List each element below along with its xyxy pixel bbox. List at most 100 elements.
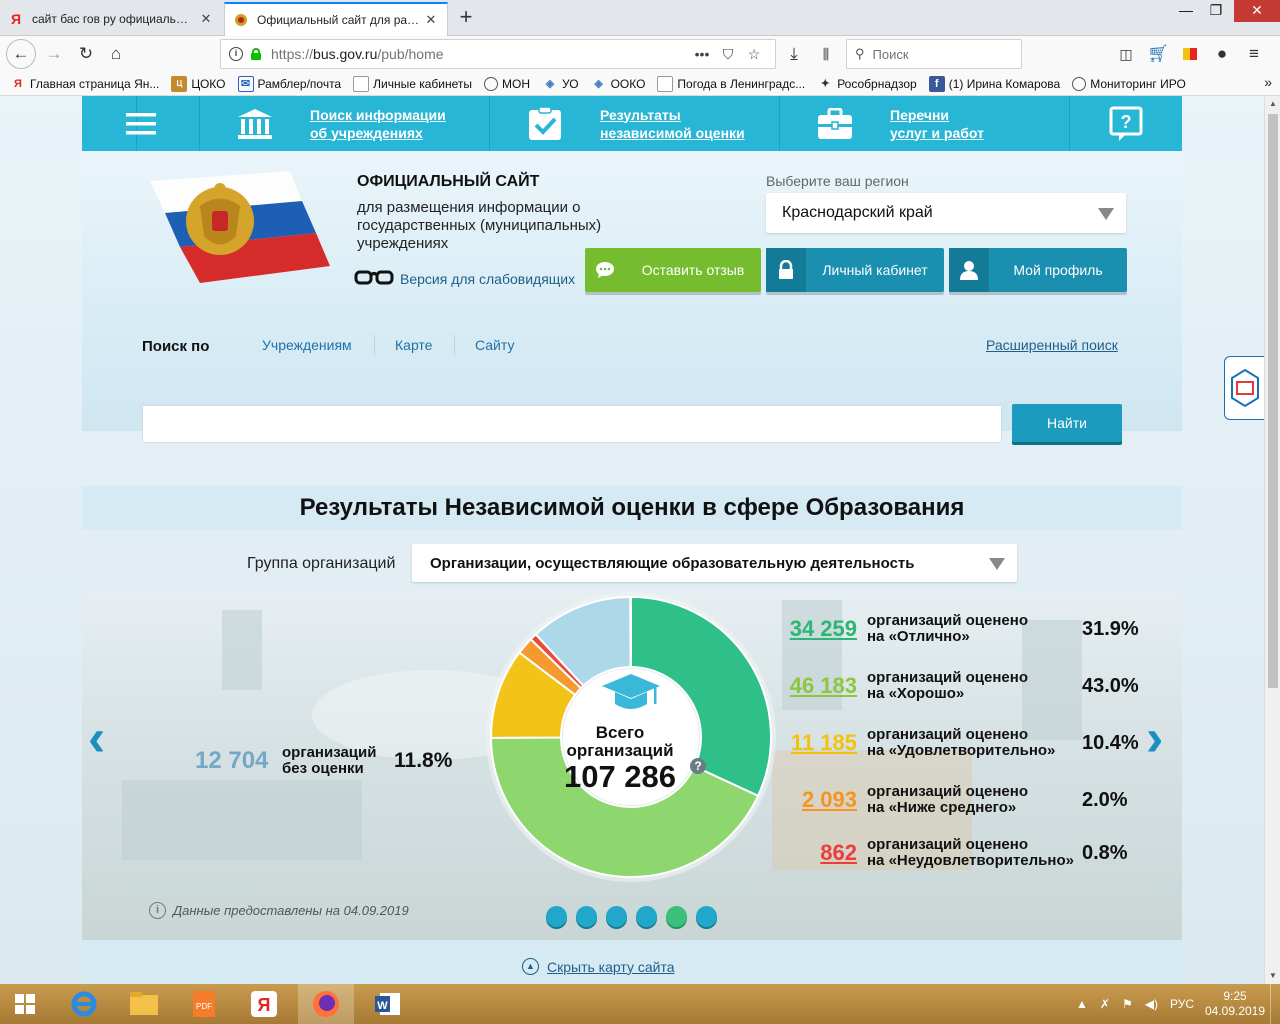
scroll-up-arrow[interactable]: ▲ [1265, 96, 1280, 112]
restore-button[interactable]: ❐ [1200, 0, 1232, 22]
word-icon[interactable]: W [360, 984, 416, 1024]
site-header: ОФИЦИАЛЬНЫЙ САЙТ для размещения информац… [82, 151, 1182, 431]
search-tab-site[interactable]: Сайту [475, 337, 514, 353]
rating-count[interactable]: 46 183 [762, 673, 857, 699]
pdf-reader-icon[interactable]: PDF [176, 984, 232, 1024]
tab-divider [454, 335, 455, 355]
carousel-dot[interactable] [636, 906, 657, 927]
find-button[interactable]: Найти [1012, 404, 1122, 442]
rating-count[interactable]: 11 185 [762, 730, 857, 756]
start-button[interactable] [0, 984, 50, 1024]
bookmark-item[interactable]: ✉ Рамблер/почта [237, 75, 341, 92]
home-button[interactable]: ⌂ [102, 40, 130, 68]
menu-icon[interactable]: ≡ [1240, 40, 1268, 68]
carousel-dot[interactable] [696, 906, 717, 927]
yandex-icon: Я [14, 77, 22, 90]
nav-item-org-search[interactable]: Поиск информации об учреждениях [200, 96, 490, 151]
bookmark-item[interactable]: МОН [484, 76, 530, 91]
carousel-dot[interactable] [606, 906, 627, 927]
flag-extension-icon[interactable] [1176, 40, 1204, 68]
bookmark-item[interactable]: Погода в Ленинградс... [657, 75, 805, 92]
info-icon[interactable]: i [229, 47, 243, 61]
bookmark-item[interactable]: Мониторинг ИРО [1072, 76, 1186, 91]
close-tab-icon[interactable]: ✕ [423, 12, 439, 28]
sidebar-icon[interactable]: ◫ [1112, 40, 1140, 68]
bookmark-item[interactable]: ◈ УО [542, 76, 579, 92]
help-question-icon[interactable]: ? [690, 758, 706, 774]
search-input[interactable] [142, 405, 1002, 443]
rating-count[interactable]: 2 093 [762, 787, 857, 813]
carousel-prev-arrow[interactable]: ‹ [88, 708, 105, 768]
browser-tab-1[interactable]: Я сайт бас гов ру официальный ✕ [0, 2, 222, 36]
reload-button[interactable]: ↻ [72, 40, 100, 68]
organization-group-select[interactable]: Организации, осуществляющие образователь… [412, 544, 1017, 582]
bookmark-item[interactable]: f (1) Ирина Комарова [928, 75, 1060, 92]
close-tab-icon[interactable]: ✕ [198, 11, 214, 27]
bookmark-item[interactable]: ✦ Рособрнадзор [817, 76, 917, 92]
nav-item-independent-evaluation[interactable]: Результаты независимой оценки [490, 96, 780, 151]
show-desktop-button[interactable] [1270, 984, 1280, 1024]
personal-cabinet-button[interactable]: Личный кабинет [766, 248, 944, 292]
search-tab-map[interactable]: Карте [395, 337, 432, 353]
region-select[interactable]: Краснодарский край [766, 193, 1126, 233]
minimize-button[interactable]: — [1170, 0, 1202, 22]
rating-count[interactable]: 862 [762, 840, 857, 866]
help-button[interactable]: ? [1070, 96, 1182, 151]
account-icon[interactable]: ● [1208, 40, 1236, 68]
low-vision-link[interactable]: Версия для слабовидящих [354, 269, 575, 288]
bookmark-item[interactable]: Я Главная страница Ян... [10, 76, 159, 92]
url-text: https://bus.gov.ru/pub/home [271, 46, 444, 62]
no-evaluation-percent: 11.8% [394, 749, 453, 772]
bookmark-item[interactable]: Личные кабинеты [353, 75, 472, 92]
rating-count[interactable]: 34 259 [762, 616, 857, 642]
bookmarks-bar: Я Главная страница Ян... Ц ЦОКО ✉ Рамблер/п… [0, 72, 1280, 96]
browser-search-input[interactable]: ⚲ Поиск [846, 39, 1022, 69]
bookmark-star-icon[interactable]: ☆ [741, 46, 767, 63]
library-icon[interactable]: ⫼ [812, 40, 840, 68]
background-building [122, 780, 362, 860]
pocket-icon[interactable]: ⛉ [715, 46, 741, 63]
back-button[interactable]: ← [6, 39, 36, 69]
downloads-icon[interactable]: ⤓ [780, 40, 808, 68]
address-bar[interactable]: i https://bus.gov.ru/pub/home ••• ⛉ ☆ [220, 39, 776, 69]
language-indicator[interactable]: РУС [1170, 997, 1194, 1011]
file-explorer-icon[interactable] [116, 984, 172, 1024]
scrollbar-thumb[interactable] [1268, 114, 1278, 688]
bookmark-item[interactable]: ◈ ОOКО [591, 76, 645, 92]
hide-sitemap-toggle[interactable]: ▲ Скрыть карту сайта [522, 958, 674, 975]
page-actions-icon[interactable]: ••• [689, 46, 715, 62]
clock[interactable]: 9:25 04.09.2019 [1200, 989, 1270, 1019]
feedback-button[interactable]: Оставить отзыв [585, 248, 761, 292]
rating-label: организаций оценено на «Удовлетворительн… [867, 726, 1056, 759]
search-tab-institutions[interactable]: Учреждениям [262, 337, 352, 353]
cart-icon[interactable]: 🛒︎ [1144, 40, 1172, 68]
close-window-button[interactable]: ✕ [1234, 0, 1280, 22]
yandex-browser-icon[interactable]: Я [236, 984, 292, 1024]
network-icon[interactable]: ✗ [1100, 997, 1110, 1011]
carousel-dot[interactable] [546, 906, 567, 927]
gosuslugi-widget[interactable] [1224, 356, 1264, 420]
new-tab-button[interactable]: + [452, 4, 480, 32]
nav-item-services-lists[interactable]: Перечни услуг и работ [780, 96, 1070, 151]
page-scrollbar[interactable]: ▲ ▼ [1264, 96, 1280, 984]
internet-explorer-icon[interactable] [56, 984, 112, 1024]
scroll-down-arrow[interactable]: ▼ [1265, 968, 1280, 984]
site-topnav: Поиск информации об учреждениях Результа… [82, 96, 1182, 151]
carousel-dot[interactable] [666, 906, 687, 927]
more-bookmarks-icon[interactable]: » [1264, 74, 1272, 90]
coko-icon: Ц [171, 75, 188, 92]
hamburger-menu-button[interactable] [82, 96, 200, 151]
advanced-search-link[interactable]: Расширенный поиск [986, 337, 1118, 353]
flag-icon[interactable]: ⚑ [1122, 997, 1133, 1011]
show-hidden-icons-icon[interactable]: ▲ [1076, 997, 1088, 1011]
forward-button[interactable]: → [40, 40, 68, 68]
carousel-dot[interactable] [576, 906, 597, 927]
building-icon [200, 108, 310, 140]
my-profile-button[interactable]: Мой профиль [949, 248, 1127, 292]
browser-tab-2[interactable]: Официальный сайт для разме ✕ [224, 2, 448, 36]
nav-item-label: Результаты независимой оценки [600, 106, 745, 141]
volume-icon[interactable]: ◀) [1145, 997, 1158, 1011]
rating-percent: 31.9% [1082, 618, 1139, 640]
bookmark-item[interactable]: Ц ЦОКО [171, 75, 226, 92]
firefox-icon[interactable] [298, 984, 354, 1024]
